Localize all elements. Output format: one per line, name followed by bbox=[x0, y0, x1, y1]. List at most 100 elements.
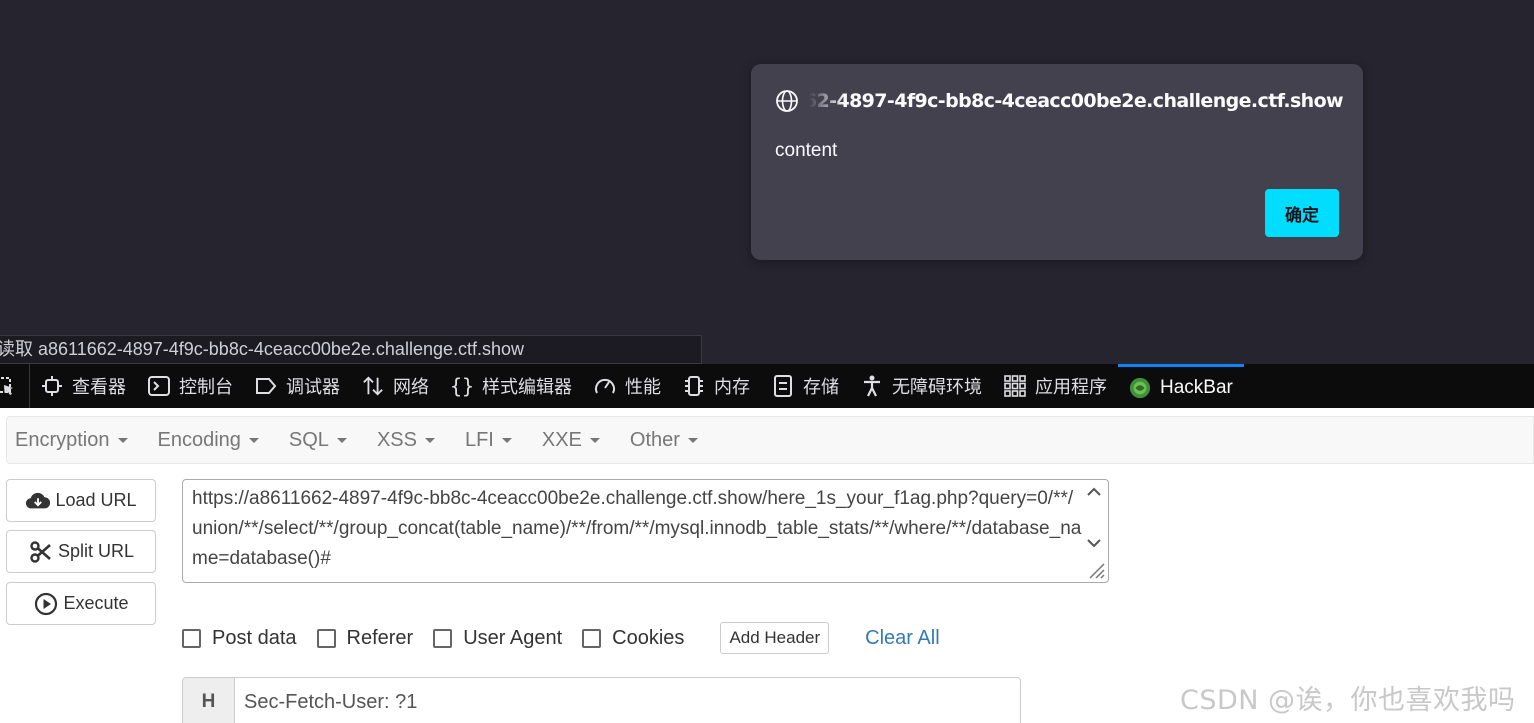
tab-accessibility[interactable]: 无障碍环境 bbox=[850, 364, 993, 408]
header-value-input[interactable]: Sec-Fetch-User: ?1 bbox=[235, 678, 1020, 723]
hackbar-icon bbox=[1129, 377, 1151, 399]
menu-encoding-label: Encoding bbox=[157, 428, 241, 451]
add-header-button[interactable]: Add Header bbox=[720, 622, 830, 654]
element-picker-icon bbox=[0, 377, 13, 395]
menu-lfi-label: LFI bbox=[464, 428, 494, 451]
caret-down-icon bbox=[687, 437, 698, 443]
user-agent-label: User Agent bbox=[463, 626, 563, 649]
tab-application[interactable]: 应用程序 bbox=[993, 364, 1118, 408]
accessibility-icon bbox=[861, 375, 883, 397]
tab-memory[interactable]: 内存 bbox=[672, 364, 761, 408]
post-data-option[interactable]: Post data bbox=[182, 627, 297, 650]
split-url-button[interactable]: Split URL bbox=[6, 530, 156, 573]
options-row: Post data Referer User Agent Cookies Add… bbox=[182, 622, 940, 654]
style-editor-icon: {} bbox=[449, 374, 475, 398]
menu-lfi[interactable]: LFI bbox=[457, 429, 520, 452]
execute-label: Execute bbox=[63, 593, 129, 613]
tab-memory-label: 内存 bbox=[714, 377, 750, 398]
debugger-icon bbox=[255, 375, 277, 397]
scroll-up-icon[interactable] bbox=[1086, 484, 1102, 500]
tab-hackbar-label: HackBar bbox=[1160, 376, 1233, 398]
tab-storage[interactable]: 存储 bbox=[761, 364, 850, 408]
menu-other[interactable]: Other bbox=[622, 429, 706, 452]
hackbar-menu: Encryption Encoding SQL XSS LFI XXE Othe… bbox=[6, 416, 1534, 464]
tab-console[interactable]: 控制台 bbox=[137, 364, 244, 408]
page-content-area: a8611662-4897-4f9c-bb8c-4ceacc00be2e.cha… bbox=[0, 0, 1534, 364]
inspector-icon bbox=[41, 375, 63, 397]
cookies-label: Cookies bbox=[612, 626, 685, 649]
alert-origin: a8611662-4897-4f9c-bb8c-4ceacc00be2e.cha… bbox=[809, 90, 1343, 112]
cookies-checkbox[interactable] bbox=[582, 628, 602, 648]
user-agent-checkbox[interactable] bbox=[433, 628, 453, 648]
tab-console-label: 控制台 bbox=[179, 377, 233, 398]
execute-button[interactable]: Execute bbox=[6, 582, 156, 625]
watermark: CSDN @诶，你也喜欢我吗 bbox=[1180, 685, 1516, 716]
console-icon bbox=[148, 375, 170, 397]
status-overlay: 读取 a8611662-4897-4f9c-bb8c-4ceacc00be2e.… bbox=[0, 335, 702, 364]
caret-down-icon bbox=[589, 437, 600, 443]
clear-all-link[interactable]: Clear All bbox=[865, 627, 939, 650]
tab-debugger-label: 调试器 bbox=[286, 377, 340, 398]
scroll-down-icon[interactable] bbox=[1086, 535, 1102, 551]
performance-icon bbox=[594, 375, 616, 397]
tab-hackbar[interactable]: HackBar bbox=[1118, 364, 1244, 408]
scissors-icon bbox=[28, 540, 54, 564]
post-data-label: Post data bbox=[212, 626, 297, 649]
caret-down-icon bbox=[117, 437, 128, 443]
alert-message: content bbox=[775, 140, 838, 161]
tab-debugger[interactable]: 调试器 bbox=[244, 364, 351, 408]
alert-ok-button[interactable]: 确定 bbox=[1265, 189, 1339, 237]
load-url-label: Load URL bbox=[55, 490, 137, 510]
tab-style-editor-label: 样式编辑器 bbox=[482, 377, 572, 398]
globe-icon bbox=[776, 90, 798, 112]
tab-network[interactable]: 网络 bbox=[351, 364, 440, 408]
tab-inspector-label: 查看器 bbox=[72, 377, 126, 398]
tab-style-editor[interactable]: {} 样式编辑器 bbox=[440, 364, 583, 408]
resize-handle-icon[interactable] bbox=[1086, 560, 1106, 580]
url-textarea[interactable]: https://a8611662-4897-4f9c-bb8c-4ceacc00… bbox=[182, 479, 1109, 583]
caret-down-icon bbox=[424, 437, 435, 443]
tab-accessibility-label: 无障碍环境 bbox=[892, 377, 982, 398]
alert-dialog: a8611662-4897-4f9c-bb8c-4ceacc00be2e.cha… bbox=[751, 64, 1363, 260]
cloud-download-icon bbox=[25, 489, 51, 513]
menu-sql[interactable]: SQL bbox=[281, 429, 355, 452]
network-icon bbox=[362, 375, 384, 397]
menu-other-label: Other bbox=[629, 428, 680, 451]
header-row: H Sec-Fetch-User: ?1 bbox=[182, 677, 1021, 723]
tab-network-label: 网络 bbox=[393, 377, 429, 398]
caret-down-icon bbox=[501, 437, 512, 443]
menu-xss-label: XSS bbox=[376, 428, 417, 451]
tab-storage-label: 存储 bbox=[803, 377, 839, 398]
tab-inspector[interactable]: 查看器 bbox=[30, 364, 137, 408]
application-icon bbox=[1004, 375, 1026, 397]
storage-icon bbox=[772, 375, 794, 397]
menu-encoding[interactable]: Encoding bbox=[150, 429, 267, 452]
tab-application-label: 应用程序 bbox=[1035, 377, 1107, 398]
caret-down-icon bbox=[336, 437, 347, 443]
menu-encryption[interactable]: Encryption bbox=[7, 429, 136, 452]
menu-xss[interactable]: XSS bbox=[369, 429, 443, 452]
alert-origin-row: a8611662-4897-4f9c-bb8c-4ceacc00be2e.cha… bbox=[775, 88, 1343, 114]
devtools-toolbar: 查看器 控制台 调试器 网络 {} 样式编辑器 性能 内存 存储 无障碍环境 应… bbox=[0, 364, 1534, 408]
referer-checkbox[interactable] bbox=[316, 628, 336, 648]
memory-icon bbox=[683, 375, 705, 397]
menu-encryption-label: Encryption bbox=[15, 428, 110, 451]
referer-option[interactable]: Referer bbox=[316, 626, 414, 650]
cookies-option[interactable]: Cookies bbox=[582, 627, 684, 650]
tab-performance-label: 性能 bbox=[625, 377, 661, 398]
alert-origin-fade bbox=[809, 88, 845, 114]
play-circle-icon bbox=[33, 592, 59, 616]
split-url-label: Split URL bbox=[57, 541, 135, 561]
menu-xxe-label: XXE bbox=[541, 428, 582, 451]
menu-xxe[interactable]: XXE bbox=[534, 429, 608, 452]
referer-label: Referer bbox=[346, 626, 414, 649]
tab-performance[interactable]: 性能 bbox=[583, 364, 672, 408]
url-text[interactable]: https://a8611662-4897-4f9c-bb8c-4ceacc00… bbox=[192, 484, 1082, 574]
post-data-checkbox[interactable] bbox=[182, 628, 201, 648]
caret-down-icon bbox=[248, 437, 259, 443]
element-picker-button[interactable] bbox=[0, 364, 30, 408]
user-agent-option[interactable]: User Agent bbox=[433, 627, 562, 650]
status-text: 读取 a8611662-4897-4f9c-bb8c-4ceacc00be2e.… bbox=[0, 339, 525, 359]
load-url-button[interactable]: Load URL bbox=[6, 479, 156, 522]
header-tag: H bbox=[183, 678, 235, 723]
